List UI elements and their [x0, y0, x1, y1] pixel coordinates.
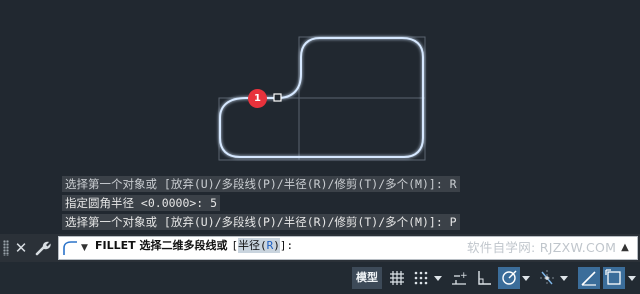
option-radius[interactable]: 半径(R)	[237, 238, 280, 253]
option-open-bracket: [	[231, 239, 238, 252]
selection-cycling-icon[interactable]	[603, 267, 625, 289]
selection-frame-lower	[218, 97, 426, 161]
infer-constraints-icon[interactable]: +	[448, 267, 470, 289]
recent-commands-caret-icon[interactable]: ▼	[81, 240, 88, 256]
command-prompt-text: 选择二维多段线或	[139, 239, 232, 252]
status-bar: 模型 +	[0, 262, 640, 294]
grip-square[interactable]	[273, 93, 282, 102]
polar-menu-caret-icon[interactable]	[522, 274, 530, 282]
svg-text:+: +	[460, 271, 468, 281]
tracking-menu-caret-icon[interactable]	[560, 274, 568, 282]
command-bar: ✕ ▼ FILLET 选择二维多段线或 [半径(R)]: 软件自学网: RJZX…	[0, 234, 640, 262]
polar-tracking-icon[interactable]	[498, 267, 520, 289]
option-key-open: (	[259, 239, 267, 252]
grid-icon[interactable]	[386, 267, 408, 289]
command-input[interactable]: ▼ FILLET 选择二维多段线或 [半径(R)]: 软件自学网: RJZXW.…	[58, 236, 638, 260]
watermark-text: 软件自学网: RJZXW.COM	[467, 240, 617, 255]
model-tab-button[interactable]: 模型	[352, 267, 382, 289]
command-bar-grip[interactable]	[3, 240, 9, 256]
lineweight-icon[interactable]	[578, 267, 600, 289]
step-marker: 1	[248, 89, 267, 108]
ortho-icon[interactable]	[473, 267, 495, 289]
drawing-canvas[interactable]: 1 选择第一个对象或 [放弃(U)/多段线(P)/半径(R)/修剪(T)/多个(…	[0, 0, 640, 234]
command-name: FILLET	[95, 239, 136, 252]
option-radius-label: 半径	[237, 239, 260, 252]
wrench-icon[interactable]	[33, 239, 53, 257]
option-key-close: )	[273, 239, 280, 252]
snap-icon[interactable]	[410, 267, 432, 289]
fillet-command-icon	[62, 240, 78, 256]
snap-menu-caret-icon[interactable]	[434, 274, 442, 282]
history-caret-icon[interactable]: ▲	[617, 239, 633, 257]
object-snap-tracking-icon[interactable]	[536, 267, 558, 289]
command-prompt: FILLET 选择二维多段线或 [半径(R)]:	[95, 237, 293, 259]
history-line-1: 选择第一个对象或 [放弃(U)/多段线(P)/半径(R)/修剪(T)/多个(M)…	[62, 176, 460, 192]
selection-menu-caret-icon[interactable]	[628, 274, 636, 282]
option-close-bracket: ]:	[279, 239, 294, 252]
history-line-2: 指定圆角半径 <0.0000>: 5	[62, 195, 221, 211]
close-icon[interactable]: ✕	[12, 238, 30, 258]
history-line-3: 选择第一个对象或 [放弃(U)/多段线(P)/半径(R)/修剪(T)/多个(M)…	[62, 214, 460, 230]
